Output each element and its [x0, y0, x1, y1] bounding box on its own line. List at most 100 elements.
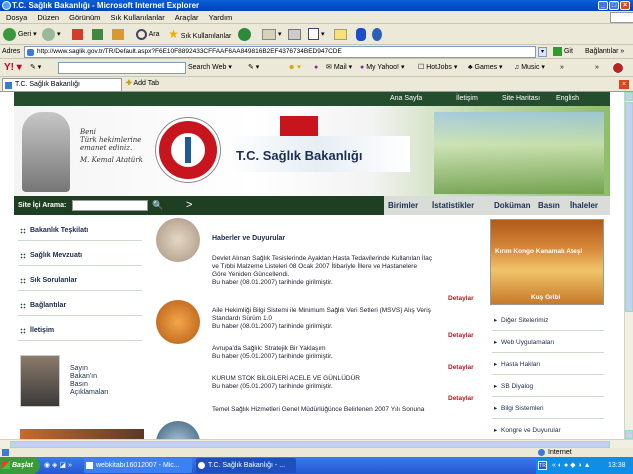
right-link-web-uygulamalari[interactable]: ▸ Web Uygulamaları — [492, 333, 604, 353]
news-details-link-2[interactable]: Detaylar — [448, 332, 474, 340]
add-tab-button[interactable]: ✚ Add Tab — [126, 78, 172, 91]
right-link-kongre-ve-duyurular[interactable]: ▸ Kongre ve Duyurular — [492, 421, 604, 439]
yahoo-purple-icon[interactable]: ● — [314, 59, 318, 77]
nav-contact-link[interactable]: İletişim — [456, 92, 478, 106]
site-search-bar: Site İçi Arama: 🔍 > Birimler İstatistikl… — [14, 196, 610, 215]
news-details-link-4[interactable]: Detaylar — [448, 395, 474, 403]
left-nav-sik-sorulanlar[interactable]: Sık Sorulanlar — [18, 271, 142, 291]
yahoo-options-icon[interactable]: » — [595, 59, 599, 77]
close-tab-button[interactable]: × — [619, 80, 629, 89]
taskbar-item-ie[interactable]: T.C. Sağlık Bakanlığı - ... — [196, 458, 296, 473]
my-yahoo-icon: ● — [360, 64, 365, 71]
yahoo-alert-icon[interactable] — [612, 62, 624, 74]
yahoo-music-button[interactable]: ♫ Music ▾ — [514, 59, 545, 77]
forward-button[interactable]: ▾ — [42, 27, 60, 42]
links-button[interactable]: Bağlantılar » — [585, 45, 624, 59]
right-link-diger-sitelerimiz[interactable]: ▸ Diğer Sitelerimiz — [492, 311, 604, 331]
stop-button[interactable] — [72, 27, 83, 42]
menu-favorites[interactable]: Sık Kullanılanlar — [111, 11, 165, 24]
main-nav-birimler[interactable]: Birimler — [388, 196, 418, 215]
horizontal-scrollbar-thumb[interactable] — [10, 441, 610, 448]
go-button[interactable]: Git — [553, 45, 573, 59]
quick-launch-icons[interactable]: ◉ ◈ ◪ » — [44, 457, 72, 474]
internet-explorer-icon — [2, 1, 11, 10]
yahoo-highlight-icon[interactable]: ✎ ▾ — [248, 59, 259, 77]
yahoo-hotjobs-button[interactable]: ☐ HotJobs ▾ — [418, 59, 457, 77]
yahoo-smiley-icon[interactable]: ☻ ▾ — [288, 59, 301, 77]
tray-icons[interactable]: « ◐ ● ◆ ◑ ▲ — [552, 457, 591, 474]
yahoo-search-input[interactable] — [58, 62, 186, 74]
menu-help[interactable]: Yardım — [209, 11, 233, 24]
main-nav-ihaleler[interactable]: İhaleler — [570, 196, 598, 215]
left-nav-iletisim[interactable]: İletişim — [18, 321, 142, 341]
messenger-icon — [372, 27, 382, 41]
discuss-button[interactable] — [334, 27, 347, 42]
main-nav-dokuman[interactable]: Doküman — [494, 196, 530, 215]
news-details-link-3[interactable]: Detaylar — [448, 364, 474, 372]
messenger-button[interactable] — [372, 27, 382, 42]
menu-bar: Dosya Düzen Görünüm Sık Kullanılanlar Ar… — [0, 11, 633, 24]
nav-home-link[interactable]: Ana Sayfa — [390, 92, 422, 106]
news-details-link-1[interactable]: Detaylar — [448, 295, 474, 303]
yahoo-mail-button[interactable]: ✉ Mail ▾ — [326, 59, 352, 77]
yahoo-games-button[interactable]: ♣ Games ▾ — [468, 59, 503, 77]
promo-banner[interactable]: Kırım Kongo Kanamalı Ateşi Kuş Gribi — [490, 219, 604, 305]
left-nav-baglantilar[interactable]: Bağlantılar — [18, 296, 142, 316]
search-icon[interactable]: 🔍 — [152, 196, 163, 215]
promo-bird-flu-link[interactable]: Kuş Gribi — [531, 294, 560, 301]
address-input[interactable]: http://www.saglik.gov.tr/TR/Default.aspx… — [24, 46, 536, 58]
close-button[interactable]: × — [620, 1, 630, 10]
print-button[interactable] — [288, 27, 301, 42]
start-button[interactable]: Başlat — [0, 457, 40, 474]
minister-press-link[interactable]: Sayın Bakan'ın Basın Açıklamaları — [70, 365, 109, 397]
address-dropdown-button[interactable]: ▾ — [538, 47, 547, 57]
main-nav-istatistikler[interactable]: İstatistikler — [432, 196, 474, 215]
yahoo-pencil-icon[interactable]: ✎ ▾ — [30, 59, 41, 77]
yahoo-logo[interactable]: Y! ▾ — [4, 59, 22, 77]
menu-view[interactable]: Görünüm — [69, 11, 100, 24]
site-search-input[interactable] — [72, 200, 148, 211]
news-item-3[interactable]: Avrupa'da Sağlık: Stratejik Bir Yaklaşım… — [212, 345, 478, 361]
media-button[interactable] — [238, 27, 251, 42]
right-link-bilgi-sistemleri[interactable]: ▸ Bilgi Sistemleri — [492, 399, 604, 419]
vertical-scrollbar-thumb[interactable] — [625, 102, 633, 312]
edit-button[interactable]: ▾ — [308, 27, 324, 42]
promo-cchf-link[interactable]: Kırım Kongo Kanamalı Ateşi — [495, 248, 582, 255]
horizontal-scrollbar[interactable] — [0, 439, 633, 448]
mail-button[interactable]: ▾ — [262, 27, 281, 42]
right-link-hasta-haklari[interactable]: ▸ Hasta Hakları — [492, 355, 604, 375]
turkish-flag-icon — [280, 116, 318, 136]
nav-sitemap-link[interactable]: Site Haritası — [502, 92, 540, 106]
site-banner: Beni Türk hekimlerine emanet ediniz. M. … — [14, 106, 610, 208]
news-item-2[interactable]: Aile Hekimliği Bilgi Sistemi ile Minimum… — [212, 307, 478, 331]
minimize-button[interactable]: _ — [598, 1, 608, 10]
taskbar-item-word[interactable]: webkitabı16012007 - Mic... — [84, 458, 192, 473]
nav-english-link[interactable]: English — [556, 92, 579, 106]
menu-edit[interactable]: Düzen — [37, 11, 59, 24]
left-nav-bakanlik-teskilati[interactable]: Bakanlık Teşkilatı — [18, 221, 142, 241]
search-button[interactable]: Ara — [136, 27, 159, 42]
bullet-icon: ▸ — [494, 405, 498, 412]
home-button[interactable] — [112, 27, 124, 42]
news-item-4[interactable]: KURUM STOK BİLGİLERİ ACELE VE GÜNLÜDÜR B… — [212, 375, 478, 391]
vertical-scrollbar[interactable] — [624, 92, 633, 439]
back-button[interactable]: Geri ▾ — [3, 27, 37, 42]
menu-file[interactable]: Dosya — [6, 11, 27, 24]
left-nav-saglik-mevzuati[interactable]: Sağlık Mevzuatı — [18, 246, 142, 266]
menu-tools[interactable]: Araçlar — [175, 11, 199, 24]
minister-photo[interactable] — [20, 355, 60, 407]
bluetooth-button[interactable] — [356, 27, 366, 42]
refresh-button[interactable] — [92, 27, 103, 42]
yahoo-search-web-button[interactable]: Search Web ▾ — [188, 59, 232, 77]
favorites-button[interactable]: ★ Sık Kullanılanlar — [168, 27, 231, 42]
yahoo-more-chevron[interactable]: » — [560, 59, 564, 77]
language-indicator[interactable]: TR — [538, 461, 547, 470]
maximize-button[interactable]: □ — [609, 1, 619, 10]
news-item-5[interactable]: Temel Sağlık Hizmetleri Genel Müdürlüğün… — [212, 406, 478, 414]
yahoo-my-yahoo-button[interactable]: ● My Yahoo! ▾ — [360, 59, 404, 77]
news-item-1[interactable]: Devlet Alınan Sağlık Tesislerinde Ayakta… — [212, 255, 478, 287]
tab-saglik[interactable]: T.C. Sağlık Bakanlığı — [2, 78, 122, 91]
right-link-sb-diyalog[interactable]: ▸ SB Diyalog — [492, 377, 604, 397]
main-nav-basin[interactable]: Basın — [538, 196, 560, 215]
status-zone: Internet — [548, 449, 572, 456]
